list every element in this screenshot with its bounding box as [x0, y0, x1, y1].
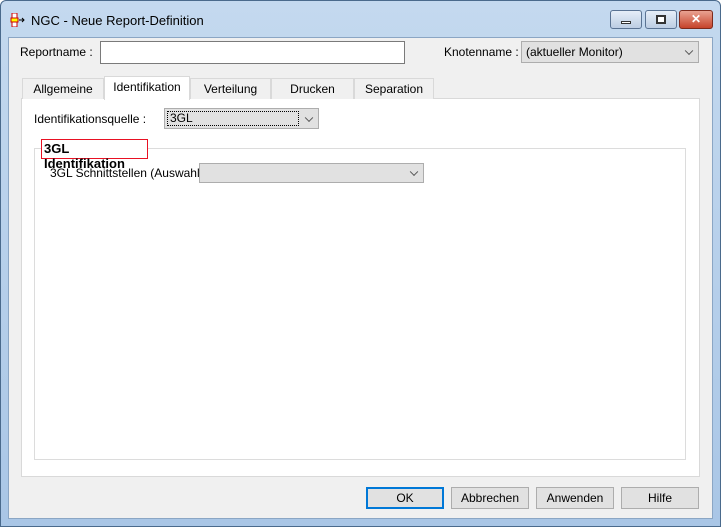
identifikationsquelle-value: 3GL [167, 111, 299, 126]
chevron-down-icon [304, 113, 314, 122]
cancel-button[interactable]: Abbrechen [451, 487, 529, 509]
identifikationsquelle-select[interactable]: 3GL [164, 108, 319, 129]
window-title: NGC - Neue Report-Definition [31, 13, 204, 28]
apply-button[interactable]: Anwenden [536, 487, 614, 509]
knotenname-label: Knotenname : [444, 45, 519, 59]
report-definition-icon [10, 13, 25, 27]
chevron-down-icon [409, 167, 419, 177]
group-title: 3GL Identifikation [41, 139, 148, 171]
tab-drucken[interactable]: Drucken [271, 78, 354, 99]
knotenname-value: (aktueller Monitor) [526, 45, 623, 59]
reportname-input[interactable] [100, 41, 405, 64]
tab-separation[interactable]: Separation [354, 78, 434, 99]
minimize-button[interactable] [610, 10, 642, 29]
help-button[interactable]: Hilfe [621, 487, 699, 509]
tab-allgemeine[interactable]: Allgemeine [22, 78, 104, 99]
tab-identifikation[interactable]: Identifikation [104, 76, 190, 100]
group-3gl-identifikation [34, 148, 686, 460]
chevron-down-icon [684, 46, 694, 56]
schnittstellen-label: 3GL Schnittstellen (Auswahl) : [50, 166, 211, 180]
identifikationsquelle-label: Identifikationsquelle : [34, 112, 147, 126]
close-button[interactable]: ✕ [679, 10, 713, 29]
maximize-button[interactable] [645, 10, 677, 29]
schnittstellen-select[interactable] [199, 163, 424, 183]
tab-verteilung[interactable]: Verteilung [190, 78, 271, 99]
knotenname-select[interactable]: (aktueller Monitor) [521, 41, 699, 63]
ok-button[interactable]: OK [366, 487, 444, 509]
reportname-label: Reportname : [20, 45, 93, 59]
